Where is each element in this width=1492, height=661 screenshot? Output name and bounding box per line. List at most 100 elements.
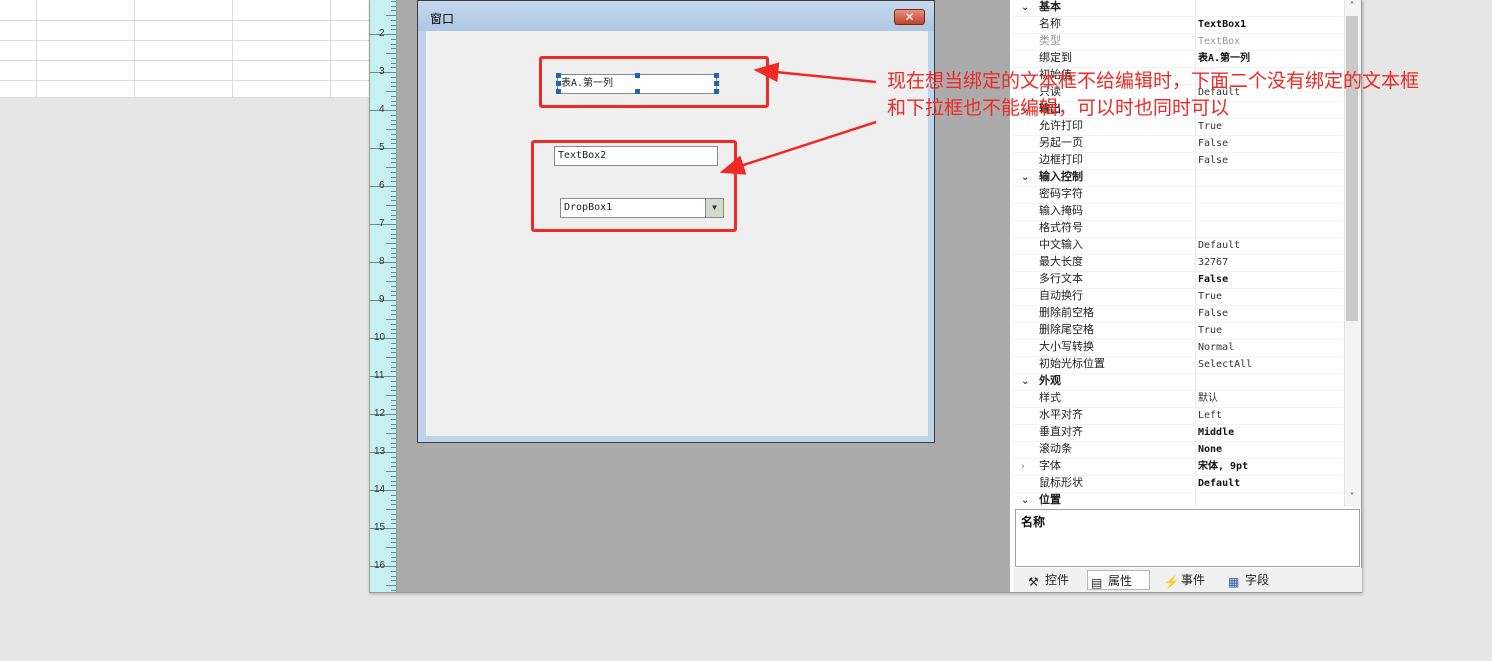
property-row[interactable]: 边框打印 False bbox=[1013, 152, 1343, 170]
scrollbar-thumb[interactable] bbox=[1346, 16, 1358, 321]
form-titlebar[interactable]: 窗口 ✕ bbox=[418, 1, 934, 31]
property-value[interactable]: 宋体, 9pt bbox=[1198, 458, 1248, 475]
tab-controls[interactable]: ⚒ 控件 bbox=[1025, 570, 1069, 590]
property-row[interactable]: 最大长度 32767 bbox=[1013, 254, 1343, 272]
property-category[interactable]: ⌄ 输入控制 bbox=[1013, 169, 1343, 187]
spreadsheet-background bbox=[0, 0, 370, 98]
property-name: 类型 bbox=[1039, 35, 1061, 47]
property-name: 边框打印 bbox=[1039, 154, 1083, 166]
property-value[interactable]: Default bbox=[1198, 237, 1240, 254]
property-row[interactable]: 样式 默认 bbox=[1013, 390, 1343, 408]
property-row[interactable]: 垂直对齐 Middle bbox=[1013, 424, 1343, 442]
property-row[interactable]: 绑定到 表A.第一列 bbox=[1013, 50, 1343, 68]
property-category[interactable]: ⌄ 位置 bbox=[1013, 492, 1343, 510]
scroll-down-button[interactable]: ˅ bbox=[1344, 491, 1360, 505]
property-value[interactable]: True bbox=[1198, 288, 1222, 305]
ruler-tick bbox=[391, 200, 396, 202]
property-row[interactable]: 中文输入 Default bbox=[1013, 237, 1343, 255]
property-value[interactable]: None bbox=[1198, 441, 1222, 458]
property-row[interactable]: 输入掩码 bbox=[1013, 203, 1343, 221]
ruler-tick bbox=[391, 399, 396, 401]
property-category[interactable]: ⌄ 外观 bbox=[1013, 373, 1343, 391]
ruler-tick bbox=[391, 532, 396, 534]
ruler-tick bbox=[391, 5, 396, 7]
annotation-highlight-box bbox=[539, 56, 769, 108]
property-value[interactable]: TextBox1 bbox=[1198, 16, 1246, 33]
property-row[interactable]: 水平对齐 Left bbox=[1013, 407, 1343, 425]
property-value[interactable]: False bbox=[1198, 305, 1228, 322]
chevron-down-icon[interactable]: ⌄ bbox=[1021, 492, 1029, 509]
property-value[interactable]: Middle bbox=[1198, 424, 1234, 441]
property-value[interactable]: 默认 bbox=[1198, 390, 1218, 407]
chevron-down-icon[interactable]: ⌄ bbox=[1021, 169, 1029, 186]
ruler-tick bbox=[391, 157, 396, 159]
property-row[interactable]: 初始光标位置 SelectAll bbox=[1013, 356, 1343, 374]
ruler-tick bbox=[391, 133, 396, 135]
properties-icon: ▤ bbox=[1091, 576, 1103, 590]
tab-events[interactable]: ⚡ 事件 bbox=[1161, 570, 1205, 590]
property-row[interactable]: 删除尾空格 True bbox=[1013, 322, 1343, 340]
ruler-tick bbox=[391, 523, 396, 525]
tab-properties[interactable]: ▤ 属性 bbox=[1087, 570, 1150, 590]
ruler-tick bbox=[391, 124, 396, 126]
property-value[interactable]: 32767 bbox=[1198, 254, 1228, 271]
annotation-line-1: 现在想当绑定的文本框不给编辑时，下面二个没有绑定的文本框 bbox=[887, 70, 1420, 92]
property-name: 样式 bbox=[1039, 392, 1061, 404]
property-description-panel: 名称 bbox=[1015, 509, 1360, 567]
chevron-down-icon[interactable]: ⌄ bbox=[1021, 0, 1029, 16]
ruler-tick bbox=[391, 228, 396, 230]
scroll-up-button[interactable]: ˄ bbox=[1344, 0, 1360, 14]
ruler-tick bbox=[391, 233, 396, 235]
tab-fields[interactable]: ▦ 字段 bbox=[1225, 570, 1269, 590]
property-category[interactable]: ⌄ 基本 bbox=[1013, 0, 1343, 17]
chevron-right-icon[interactable]: › bbox=[1021, 458, 1025, 475]
property-row[interactable]: 滚动条 None bbox=[1013, 441, 1343, 459]
property-row[interactable]: 鼠标形状 Default bbox=[1013, 475, 1343, 493]
ruler-tick bbox=[391, 409, 396, 411]
property-row[interactable]: 另起一页 False bbox=[1013, 135, 1343, 153]
ruler-tick bbox=[391, 100, 396, 102]
ruler-tick bbox=[391, 285, 396, 287]
property-row[interactable]: 自动换行 True bbox=[1013, 288, 1343, 306]
ruler-tick bbox=[391, 371, 396, 373]
ruler-tick bbox=[391, 219, 396, 221]
property-row[interactable]: 密码字符 bbox=[1013, 186, 1343, 204]
ruler-tick bbox=[391, 67, 396, 69]
property-row[interactable]: 格式符号 bbox=[1013, 220, 1343, 238]
property-value[interactable]: 表A.第一列 bbox=[1198, 50, 1250, 67]
property-name: 鼠标形状 bbox=[1039, 477, 1083, 489]
property-row[interactable]: 大小写转换 Normal bbox=[1013, 339, 1343, 357]
ruler-number: 8 bbox=[379, 256, 385, 267]
close-button[interactable]: ✕ bbox=[894, 9, 925, 25]
ruler-tick bbox=[391, 76, 396, 78]
ruler-tick bbox=[391, 24, 396, 26]
chevron-down-icon[interactable]: ⌄ bbox=[1021, 373, 1029, 390]
ruler-tick bbox=[391, 114, 396, 116]
property-row[interactable]: 删除前空格 False bbox=[1013, 305, 1343, 323]
property-row[interactable]: 名称 TextBox1 bbox=[1013, 16, 1343, 34]
property-value[interactable]: TextBox bbox=[1198, 33, 1240, 50]
ruler-tick bbox=[391, 504, 396, 506]
property-value[interactable]: Normal bbox=[1198, 339, 1234, 356]
ruler-tick bbox=[391, 537, 396, 539]
property-name: 最大长度 bbox=[1039, 256, 1083, 268]
ruler-tick bbox=[391, 466, 396, 468]
property-value[interactable]: True bbox=[1198, 322, 1222, 339]
property-value[interactable]: SelectAll bbox=[1198, 356, 1252, 373]
ruler-tick bbox=[391, 456, 396, 458]
property-row[interactable]: 类型 TextBox bbox=[1013, 33, 1343, 51]
property-row[interactable]: 多行文本 False bbox=[1013, 271, 1343, 289]
property-value[interactable]: Left bbox=[1198, 407, 1222, 424]
property-value[interactable]: False bbox=[1198, 135, 1228, 152]
property-row[interactable]: › 字体 宋体, 9pt bbox=[1013, 458, 1343, 476]
ruler-tick bbox=[391, 447, 396, 449]
property-value[interactable]: False bbox=[1198, 271, 1228, 288]
tab-label: 控件 bbox=[1045, 573, 1070, 587]
property-value[interactable]: Default bbox=[1198, 475, 1240, 492]
ruler-tick bbox=[386, 281, 396, 282]
ruler-number: 3 bbox=[379, 66, 385, 77]
ruler-tick bbox=[391, 162, 396, 164]
ruler-tick bbox=[391, 437, 396, 439]
property-value[interactable]: False bbox=[1198, 152, 1228, 169]
ruler-number: 4 bbox=[379, 104, 385, 115]
